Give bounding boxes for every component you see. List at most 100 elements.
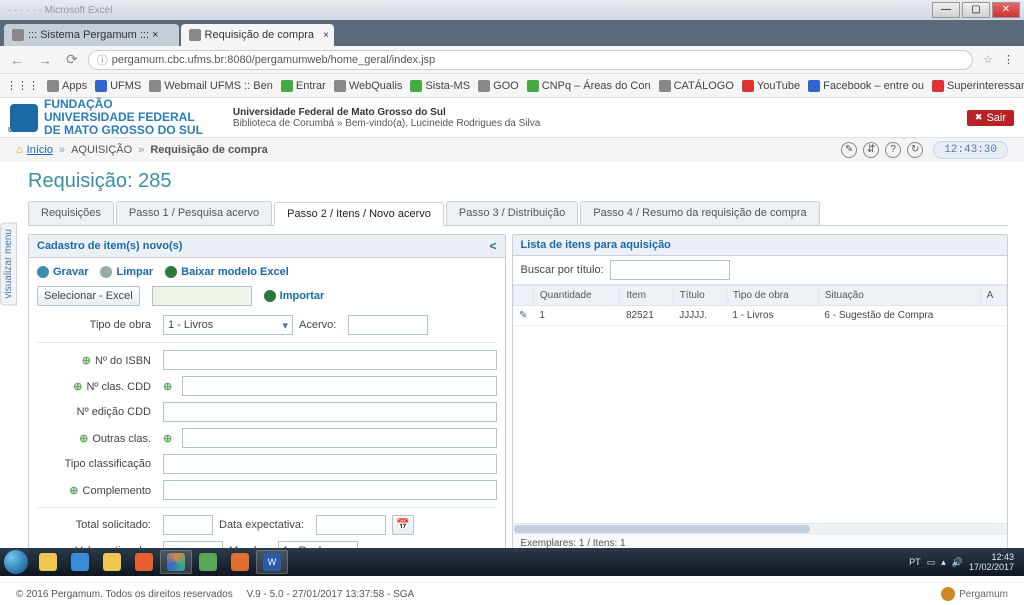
panel-cadastro: Cadastro de item(s) novo(s) < Gravar Lim… xyxy=(28,234,506,554)
edit-row-icon[interactable]: ✎ xyxy=(519,310,527,321)
tool-icon[interactable]: ✎ xyxy=(841,142,857,158)
add-icon[interactable]: ⊕ xyxy=(163,432,172,445)
add-icon[interactable]: ⊕ xyxy=(69,485,78,497)
bookmark-icon xyxy=(742,80,754,92)
taskbar-app[interactable] xyxy=(224,550,256,574)
window-titlebar: · · · · · · Microsoft Excel — ▢ ✕ xyxy=(0,0,1024,20)
tray-icon[interactable]: ▴ xyxy=(941,557,946,568)
tab-passo1[interactable]: Passo 1 / Pesquisa acervo xyxy=(116,201,272,225)
table-row[interactable]: ✎ 1 82521 JJJJJ. 1 - Livros 6 - Sugestão… xyxy=(513,306,1006,326)
col-quantidade[interactable]: Quantidade xyxy=(533,286,620,306)
taskbar-app[interactable] xyxy=(32,550,64,574)
info-icon: ⓘ xyxy=(97,52,108,68)
bookmark-item[interactable]: YouTube xyxy=(742,80,800,92)
select-tipo-obra[interactable]: 1 - Livros▾ xyxy=(163,315,293,335)
collapse-icon[interactable]: < xyxy=(490,239,497,253)
forward-button[interactable]: → xyxy=(34,52,56,68)
col-item[interactable]: Item xyxy=(620,286,673,306)
input-edicao-cdd[interactable] xyxy=(163,402,497,422)
bookmark-item[interactable]: UFMS xyxy=(95,80,141,92)
bookmark-item[interactable]: GOO xyxy=(478,80,519,92)
tray-date[interactable]: 17/02/2017 xyxy=(969,562,1014,572)
col-situacao[interactable]: Situação xyxy=(818,286,980,306)
logout-button[interactable]: Sair xyxy=(967,110,1014,126)
input-buscar-titulo[interactable] xyxy=(610,260,730,280)
input-tipo-class[interactable] xyxy=(163,454,497,474)
panel-lista-itens: Lista de itens para aquisição Buscar por… xyxy=(512,234,1008,554)
close-tab-icon[interactable]: × xyxy=(323,30,329,41)
browser-tab-2[interactable]: Requisição de compra × xyxy=(181,24,334,46)
taskbar-app-chrome[interactable] xyxy=(160,550,192,574)
input-data-exp[interactable] xyxy=(316,515,386,535)
tray-time[interactable]: 12:43 xyxy=(969,552,1014,562)
bookmark-item[interactable]: Sista-MS xyxy=(410,80,470,92)
bookmark-item[interactable]: WebQualis xyxy=(334,80,403,92)
excel-file-field xyxy=(152,286,252,306)
tray-lang[interactable]: PT xyxy=(909,557,921,567)
apps-icon[interactable]: ⋮⋮⋮ xyxy=(6,79,39,92)
input-outras-clas[interactable] xyxy=(182,428,496,448)
bookmark-item[interactable]: Apps xyxy=(47,80,87,92)
input-total-solicitado[interactable] xyxy=(163,515,213,535)
selecionar-excel-button[interactable]: Selecionar - Excel xyxy=(37,286,140,306)
tab-passo2[interactable]: Passo 2 / Itens / Novo acervo xyxy=(274,202,444,226)
help-icon[interactable]: ? xyxy=(885,142,901,158)
browser-tab-1[interactable]: ::: Sistema Pergamum ::: × xyxy=(4,24,179,46)
taskbar-app[interactable] xyxy=(64,550,96,574)
side-menu-toggle[interactable]: visualizar menu xyxy=(0,222,17,305)
input-isbn[interactable] xyxy=(163,350,497,370)
bookmark-item[interactable]: CATÁLOGO xyxy=(659,80,734,92)
tab-requisicoes[interactable]: Requisições xyxy=(28,201,114,225)
home-icon[interactable]: ⌂ xyxy=(16,144,23,156)
browser-menu-icon[interactable]: ⋮ xyxy=(999,53,1018,66)
bookmark-icon xyxy=(932,80,944,92)
taskbar-app[interactable] xyxy=(192,550,224,574)
add-icon[interactable]: ⊕ xyxy=(82,355,91,367)
start-button[interactable] xyxy=(4,550,28,574)
tool-icon[interactable]: ↻ xyxy=(907,142,923,158)
taskbar-app-word[interactable]: W xyxy=(256,550,288,574)
taskbar-app[interactable] xyxy=(96,550,128,574)
input-complemento[interactable] xyxy=(163,480,497,500)
baixar-excel-button[interactable]: Baixar modelo Excel xyxy=(165,266,289,278)
col-tipo-obra[interactable]: Tipo de obra xyxy=(726,286,818,306)
breadcrumb-home[interactable]: Início xyxy=(27,144,53,156)
reload-button[interactable]: ⟳ xyxy=(62,51,82,68)
institution-name: FUNDAÇÃO UNIVERSIDADE FEDERAL DE MATO GR… xyxy=(44,98,203,137)
url-input[interactable]: ⓘ pergamum.cbc.ufms.br:8080/pergamumweb/… xyxy=(88,50,973,70)
add-icon[interactable]: ⊕ xyxy=(79,433,88,445)
window-minimize[interactable]: — xyxy=(932,2,960,18)
add-icon[interactable]: ⊕ xyxy=(73,381,82,393)
gravar-button[interactable]: Gravar xyxy=(37,266,88,278)
back-button[interactable]: ← xyxy=(6,52,28,68)
input-acervo[interactable] xyxy=(348,315,428,335)
tab-passo4[interactable]: Passo 4 / Resumo da requisição de compra xyxy=(580,201,819,225)
limpar-button[interactable]: Limpar xyxy=(100,266,153,278)
tray-flag-icon[interactable]: ▭ xyxy=(927,557,936,568)
bookmark-item[interactable]: Webmail UFMS :: Ben xyxy=(149,80,273,92)
tab-label: ::: Sistema Pergamum ::: × xyxy=(28,29,159,41)
tray-volume-icon[interactable]: 🔊 xyxy=(952,557,963,568)
col-titulo[interactable]: Título xyxy=(673,286,726,306)
input-clas-cdd[interactable] xyxy=(182,376,496,396)
calendar-icon[interactable]: 📅 xyxy=(392,515,414,535)
bookmark-star-icon[interactable]: ☆ xyxy=(983,53,993,66)
tool-icon[interactable]: ⇵ xyxy=(863,142,879,158)
tab-passo3[interactable]: Passo 3 / Distribuição xyxy=(446,201,578,225)
col-a[interactable]: A xyxy=(980,286,1006,306)
items-table: Quantidade Item Título Tipo de obra Situ… xyxy=(513,285,1007,326)
import-icon xyxy=(264,290,276,302)
window-maximize[interactable]: ▢ xyxy=(962,2,990,18)
bookmark-item[interactable]: Facebook – entre ou xyxy=(808,80,924,92)
window-close[interactable]: ✕ xyxy=(992,2,1020,18)
bookmark-item[interactable]: Superinteressante xyxy=(932,80,1024,92)
add-icon[interactable]: ⊕ xyxy=(163,380,172,393)
horizontal-scrollbar[interactable] xyxy=(513,523,1007,533)
taskbar-app[interactable] xyxy=(128,550,160,574)
bookmark-item[interactable]: CNPq – Áreas do Con xyxy=(527,80,651,92)
ufms-logo xyxy=(10,104,38,132)
excel-icon xyxy=(165,266,177,278)
bookmark-item[interactable]: Entrar xyxy=(281,80,326,92)
address-bar: ← → ⟳ ⓘ pergamum.cbc.ufms.br:8080/pergam… xyxy=(0,46,1024,74)
importar-button[interactable]: Importar xyxy=(264,290,325,302)
